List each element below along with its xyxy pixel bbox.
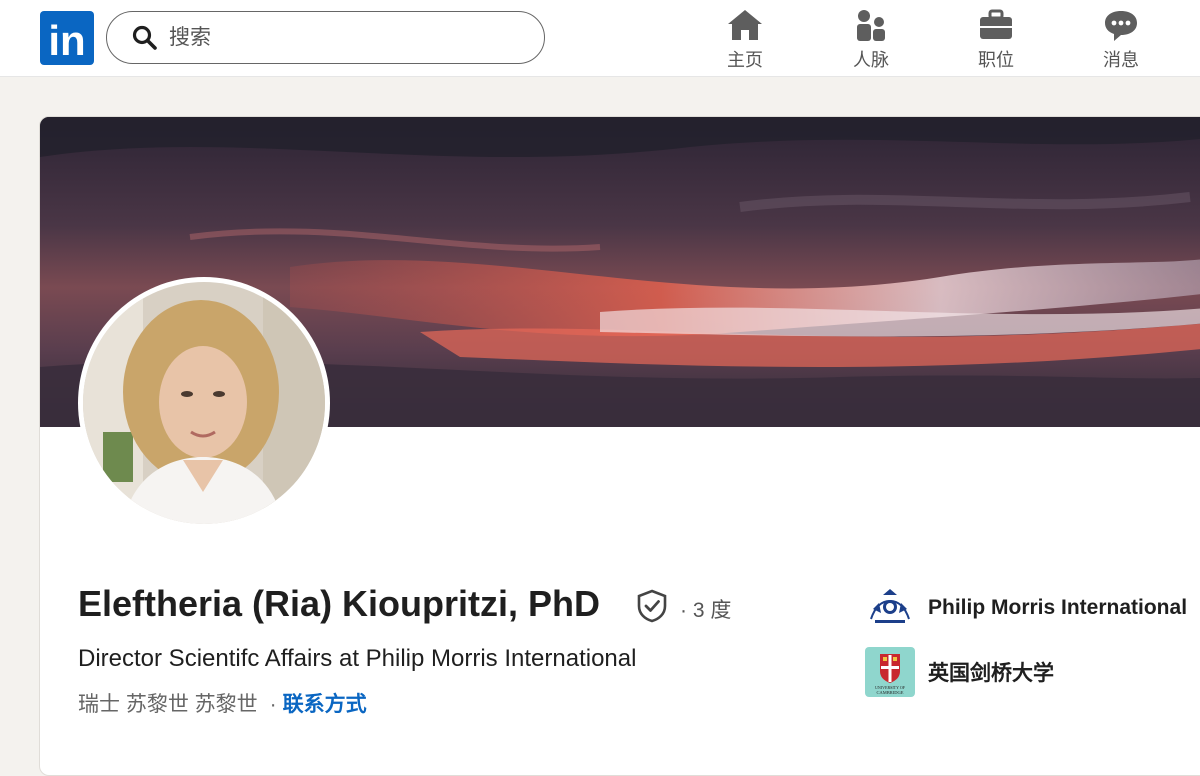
- cambridge-logo: UNIVERSITY OF CAMBRIDGE: [865, 647, 915, 697]
- education-school[interactable]: UNIVERSITY OF CAMBRIDGE 英国剑桥大学: [865, 647, 1054, 697]
- nav-jobs[interactable]: 职位: [946, 6, 1046, 72]
- current-company-name: Philip Morris International: [928, 596, 1188, 619]
- people-icon: [857, 10, 885, 41]
- search-icon: [132, 25, 157, 50]
- verified-shield-icon[interactable]: [636, 589, 668, 623]
- search-input[interactable]: [169, 20, 529, 56]
- contact-info-link[interactable]: 联系方式: [283, 693, 367, 716]
- nav-messaging-label: 消息: [1103, 50, 1139, 70]
- profile-headline: Director Scientifc Affairs at Philip Mor…: [78, 645, 637, 672]
- profile-location: 瑞士 苏黎世 苏黎世: [78, 693, 258, 716]
- current-company[interactable]: Philip Morris International: [865, 583, 1187, 633]
- nav-messaging[interactable]: 消息: [1071, 6, 1171, 72]
- education-school-name: 英国剑桥大学: [928, 662, 1054, 685]
- separator-dot: ·: [269, 693, 277, 716]
- pmi-logo: [865, 583, 915, 633]
- nav-network-label: 人脉: [853, 50, 889, 70]
- search-box[interactable]: [106, 11, 545, 64]
- connection-degree: · 3 度: [680, 599, 732, 622]
- svg-text:CAMBRIDGE: CAMBRIDGE: [876, 690, 903, 695]
- top-nav-bar: in 主页 人脉: [0, 0, 1200, 77]
- linkedin-logo[interactable]: in: [40, 11, 94, 65]
- profile-name: Eleftheria (Ria) Kioupritzi, PhD: [78, 583, 601, 624]
- chat-icon: [1105, 11, 1137, 41]
- nav-home[interactable]: 主页: [695, 6, 795, 72]
- home-icon: [728, 10, 762, 40]
- portrait-photo: [83, 282, 325, 524]
- nav-jobs-label: 职位: [978, 50, 1014, 70]
- location-row: 瑞士 苏黎世 苏黎世 · 联系方式: [78, 688, 367, 718]
- profile-card: Eleftheria (Ria) Kioupritzi, PhD · 3 度 D…: [39, 116, 1200, 776]
- briefcase-icon: [980, 9, 1012, 39]
- svg-text:in: in: [48, 17, 85, 64]
- nav-network[interactable]: 人脉: [821, 6, 921, 72]
- nav-home-label: 主页: [727, 50, 763, 70]
- profile-photo[interactable]: [78, 277, 330, 529]
